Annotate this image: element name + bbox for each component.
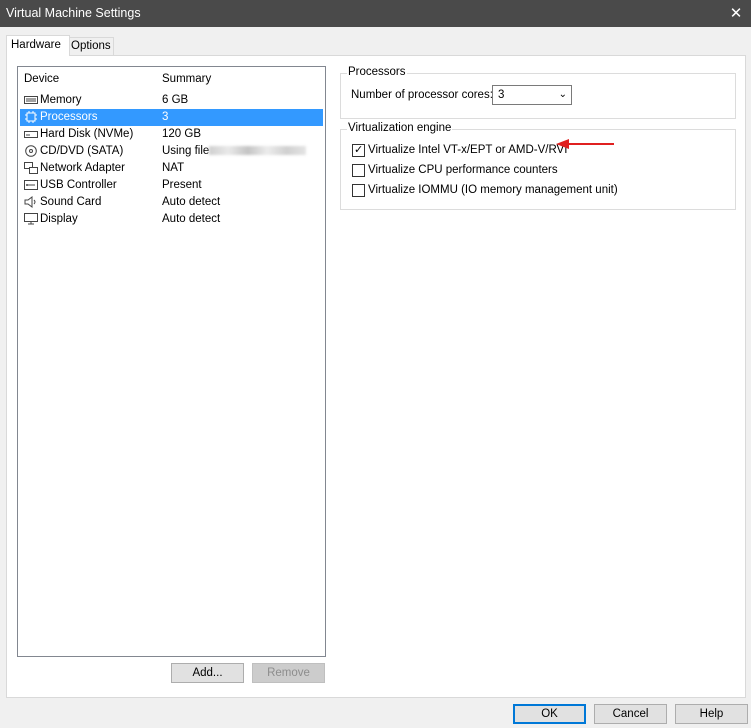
ok-button[interactable]: OK xyxy=(513,704,586,724)
device-summary: Using file xyxy=(162,143,307,160)
chevron-down-icon: ⌄ xyxy=(558,89,567,100)
processor-cores-label: Number of processor cores: xyxy=(351,89,493,101)
device-summary: NAT xyxy=(162,162,185,174)
processors-group-legend: Processors xyxy=(347,66,407,78)
processor-cores-select[interactable]: 3 ⌄ xyxy=(492,85,572,105)
checkbox-label: Virtualize Intel VT-x/EPT or AMD-V/RVI xyxy=(368,144,568,156)
device-summary: Auto detect xyxy=(162,213,221,225)
device-row-hard-disk[interactable]: Hard Disk (NVMe) 120 GB xyxy=(20,126,323,143)
processor-cores-value: 3 xyxy=(498,89,505,101)
virtualization-group-legend: Virtualization engine xyxy=(347,122,453,134)
device-name: Network Adapter xyxy=(40,162,126,174)
device-name: USB Controller xyxy=(40,179,117,191)
checkbox-box[interactable] xyxy=(352,184,365,197)
device-row-display[interactable]: Display Auto detect xyxy=(20,211,323,228)
device-row-cd-dvd[interactable]: CD/DVD (SATA) Using file xyxy=(20,143,323,160)
device-name: CD/DVD (SATA) xyxy=(40,145,124,157)
cd-dvd-summary-text: Using file xyxy=(162,145,210,157)
hard-disk-icon xyxy=(24,131,38,138)
device-row-sound-card[interactable]: Sound Card Auto detect xyxy=(20,194,323,211)
device-column-header[interactable]: Device xyxy=(24,73,59,85)
device-summary: Auto detect xyxy=(162,196,221,208)
title-bar: Virtual Machine Settings ✕ xyxy=(0,0,751,27)
help-button[interactable]: Help xyxy=(675,704,748,724)
checkbox-label: Virtualize CPU performance counters xyxy=(368,164,558,176)
device-name: Display xyxy=(40,213,78,225)
cd-dvd-icon xyxy=(25,145,37,157)
display-icon xyxy=(24,213,38,225)
device-list[interactable]: Device Summary Memory 6 GB Processors 3 … xyxy=(17,66,326,657)
device-row-network-adapter[interactable]: Network Adapter NAT xyxy=(20,160,323,177)
remove-button[interactable]: Remove xyxy=(252,663,325,683)
checkbox-box[interactable]: ✓ xyxy=(352,144,365,157)
device-summary: 6 GB xyxy=(162,94,189,106)
device-name: Memory xyxy=(40,94,82,106)
checkbox-box[interactable] xyxy=(352,164,365,177)
tab-options[interactable]: Options xyxy=(66,37,114,55)
network-adapter-icon xyxy=(24,162,38,174)
device-name: Sound Card xyxy=(40,196,102,208)
close-icon[interactable]: ✕ xyxy=(721,0,751,27)
window-title: Virtual Machine Settings xyxy=(6,6,141,20)
device-name: Hard Disk (NVMe) xyxy=(40,128,134,140)
device-summary: Present xyxy=(162,179,202,191)
processor-icon xyxy=(25,111,37,123)
usb-controller-icon xyxy=(24,180,38,190)
device-row-processors[interactable]: Processors 3 xyxy=(20,109,323,126)
red-arrow-annotation xyxy=(556,139,614,149)
device-row-usb-controller[interactable]: USB Controller Present xyxy=(20,177,323,194)
device-summary: 3 xyxy=(162,111,169,123)
redacted-file-path xyxy=(209,146,307,156)
checkbox-label: Virtualize IOMMU (IO memory management u… xyxy=(368,184,618,196)
checkmark-icon: ✓ xyxy=(354,144,364,156)
hardware-tab-panel: Device Summary Memory 6 GB Processors 3 … xyxy=(6,55,746,698)
processors-group: Processors Number of processor cores: 3 … xyxy=(340,66,736,119)
tab-hardware[interactable]: Hardware xyxy=(6,35,70,56)
add-button[interactable]: Add... xyxy=(171,663,244,683)
device-name: Processors xyxy=(40,111,98,123)
summary-column-header[interactable]: Summary xyxy=(162,73,211,85)
memory-icon xyxy=(24,96,38,104)
cancel-button[interactable]: Cancel xyxy=(594,704,667,724)
device-summary: 120 GB xyxy=(162,128,201,140)
sound-card-icon xyxy=(24,196,36,208)
device-row-memory[interactable]: Memory 6 GB xyxy=(20,92,323,109)
virtualization-engine-group: Virtualization engine ✓ Virtualize Intel… xyxy=(340,122,736,210)
